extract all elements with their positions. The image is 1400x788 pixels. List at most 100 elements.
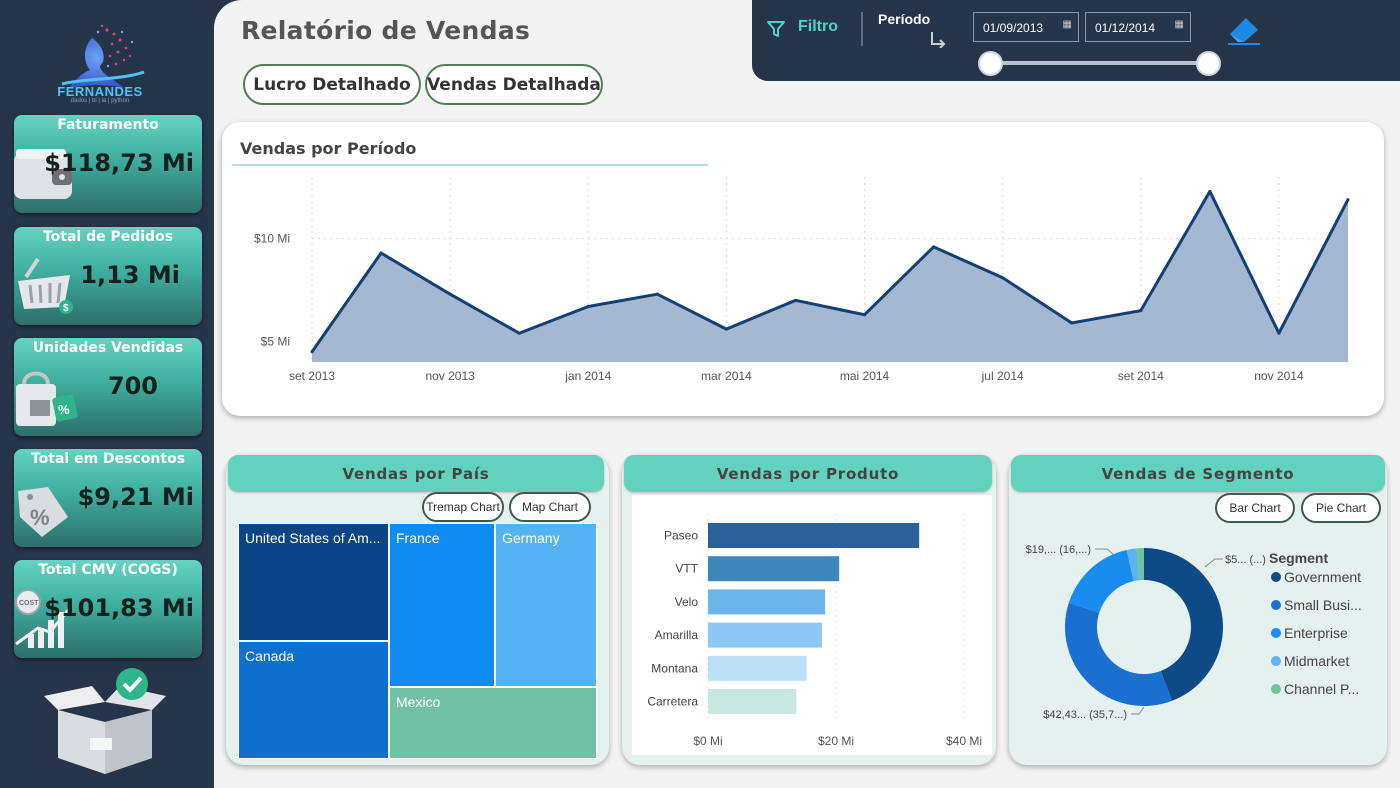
- data-label: $42,43... (35,7...): [1043, 709, 1127, 721]
- data-point: [793, 298, 797, 302]
- slider-end-handle[interactable]: [1196, 51, 1221, 76]
- x-tick-label: jul 2014: [981, 369, 1024, 383]
- data-point: [379, 251, 383, 255]
- data-point: [932, 245, 936, 249]
- data-point: [1139, 309, 1143, 313]
- map-chart-button[interactable]: Map Chart: [509, 492, 591, 522]
- x-tick-label: jan 2014: [564, 369, 611, 383]
- vendas-detalhada-button[interactable]: Vendas Detalhada: [425, 64, 603, 105]
- sales-by-period-card: Vendas por Período set 2013 nov 2013 jan 2…: [222, 122, 1384, 416]
- data-point: [863, 313, 867, 317]
- data-label: $5... (...): [1225, 554, 1266, 566]
- data-point: [1346, 198, 1350, 202]
- x-tick-label: $0 Mi: [693, 734, 722, 748]
- kpi-faturamento: Faturamento $118,73 Mi: [14, 115, 202, 213]
- calendar-icon[interactable]: ▦: [1175, 19, 1184, 30]
- y-tick-label: Amarilla: [655, 628, 699, 642]
- filter-bar: Filtro Período 01/09/2013 ▦ 01/12/2014 ▦: [752, 0, 1400, 81]
- arrow-turn-icon: [931, 32, 946, 48]
- treemap-cell[interactable]: Mexico: [389, 687, 597, 759]
- kpi-value: $9,21 Mi: [77, 483, 194, 511]
- main-canvas: Relatório de Vendas Lucro Detalhado Vend…: [214, 0, 1400, 788]
- leader-line: [1131, 706, 1145, 715]
- kpi-total-descontos: Total em Descontos % $9,21 Mi: [14, 449, 202, 547]
- data-point: [1277, 331, 1281, 335]
- treemap-cell[interactable]: Canada: [238, 641, 389, 759]
- treemap-cell[interactable]: France: [389, 523, 495, 687]
- data-point: [724, 327, 728, 331]
- legend-label: Small Busi...: [1284, 597, 1362, 613]
- legend-title: Segment: [1269, 550, 1328, 566]
- kpi-title: Faturamento: [57, 117, 159, 133]
- y-tick-label: VTT: [675, 562, 698, 576]
- bar: [708, 523, 920, 548]
- y-tick-label: $10 Mi: [254, 232, 290, 246]
- legend-label: Midmarket: [1284, 653, 1349, 669]
- sales-product-bar-chart: $0 Mi $20 Mi $40 Mi Paseo VTT Velo Amarilla Mon…: [647, 513, 982, 748]
- sidebar: FERNANDES dados | bi | ia | python Fatur…: [0, 0, 215, 788]
- brand-tagline: dados | bi | ia | python: [70, 98, 130, 104]
- kpi-total-cmv: Total CMV (COGS) COST $101,83 Mi: [14, 560, 202, 658]
- kpi-title: Total em Descontos: [30, 451, 186, 467]
- date-range-slider[interactable]: [990, 61, 1208, 65]
- treemap-cell[interactable]: Germany: [495, 523, 597, 687]
- filter-icon[interactable]: [766, 19, 786, 39]
- kpi-unidades-vendidas: Unidades Vendidas % 700: [14, 338, 202, 436]
- y-tick-label: Carretera: [647, 695, 698, 709]
- x-tick-label: $20 Mi: [818, 734, 854, 748]
- kpi-title: Unidades Vendidas: [32, 340, 184, 356]
- svg-text:COST: COST: [19, 600, 39, 607]
- slider-start-handle[interactable]: [978, 51, 1003, 76]
- bar: [708, 689, 797, 714]
- shopping-bag-icon: %: [16, 371, 78, 426]
- sales-by-country-card: Vendas por País Tremap Chart Map Chart U…: [226, 455, 609, 765]
- kpi-value: 1,13 Mi: [80, 261, 180, 289]
- legend-marker: [1271, 572, 1281, 582]
- treemap-cell[interactable]: United States of Am...: [238, 523, 389, 641]
- area-fill: [312, 191, 1348, 362]
- legend-marker: [1271, 684, 1281, 694]
- legend-marker: [1271, 600, 1281, 610]
- basket-icon: $: [18, 257, 73, 314]
- calendar-icon[interactable]: ▦: [1063, 19, 1072, 30]
- data-point: [448, 292, 452, 296]
- treemap-chart-button[interactable]: Tremap Chart: [422, 492, 504, 522]
- svg-text:$: $: [63, 303, 69, 314]
- donut-slice: [1068, 549, 1134, 613]
- eraser-icon[interactable]: [1224, 12, 1264, 46]
- kpi-title: Total CMV (COGS): [38, 562, 178, 578]
- svg-text:%: %: [30, 505, 50, 530]
- start-date-input[interactable]: 01/09/2013 ▦: [973, 12, 1079, 42]
- kpi-title: Total de Pedidos: [42, 229, 174, 245]
- sales-period-area-chart: set 2013 nov 2013 jan 2014 mar 2014 mai 2014…: [254, 177, 1350, 383]
- kpi-value: $101,83 Mi: [44, 594, 194, 622]
- sales-by-product-card: Vendas por Produto $0 Mi $20 Mi $40 Mi Pase…: [622, 455, 996, 765]
- start-date-value: 01/09/2013: [983, 21, 1044, 35]
- page-title: Relatório de Vendas: [241, 16, 531, 45]
- period-label: Período: [878, 11, 931, 27]
- x-tick-label: set 2014: [1118, 369, 1164, 383]
- x-tick-label: nov 2014: [1254, 369, 1304, 383]
- sales-by-segment-card: Vendas de Segmento Bar Chart Pie Chart $…: [1009, 455, 1387, 765]
- sales-segment-donut-chart: $5... (...) $42,43... (35,7...) $19,... (1…: [1026, 544, 1362, 721]
- discount-tag-icon: %: [18, 487, 68, 537]
- data-point: [1070, 321, 1074, 325]
- divider: [861, 12, 863, 46]
- y-tick-label: Paseo: [664, 529, 698, 543]
- x-tick-label: $40 Mi: [946, 734, 982, 748]
- data-point: [1001, 276, 1005, 280]
- data-point: [586, 305, 590, 308]
- legend-marker: [1271, 656, 1281, 666]
- data-point: [655, 292, 659, 296]
- bar: [708, 589, 826, 615]
- legend-marker: [1271, 628, 1281, 638]
- delivered-box-icon: [44, 668, 166, 774]
- end-date-input[interactable]: 01/12/2014 ▦: [1085, 12, 1191, 42]
- leader-line: [1095, 548, 1115, 556]
- bar: [708, 556, 840, 582]
- lucro-detalhado-button[interactable]: Lucro Detalhado: [243, 64, 421, 105]
- bar: [708, 622, 822, 648]
- bar: [708, 655, 807, 681]
- kpi-total-pedidos: Total de Pedidos $ 1,13 Mi: [14, 227, 202, 325]
- card-title: Vendas por País: [228, 455, 604, 492]
